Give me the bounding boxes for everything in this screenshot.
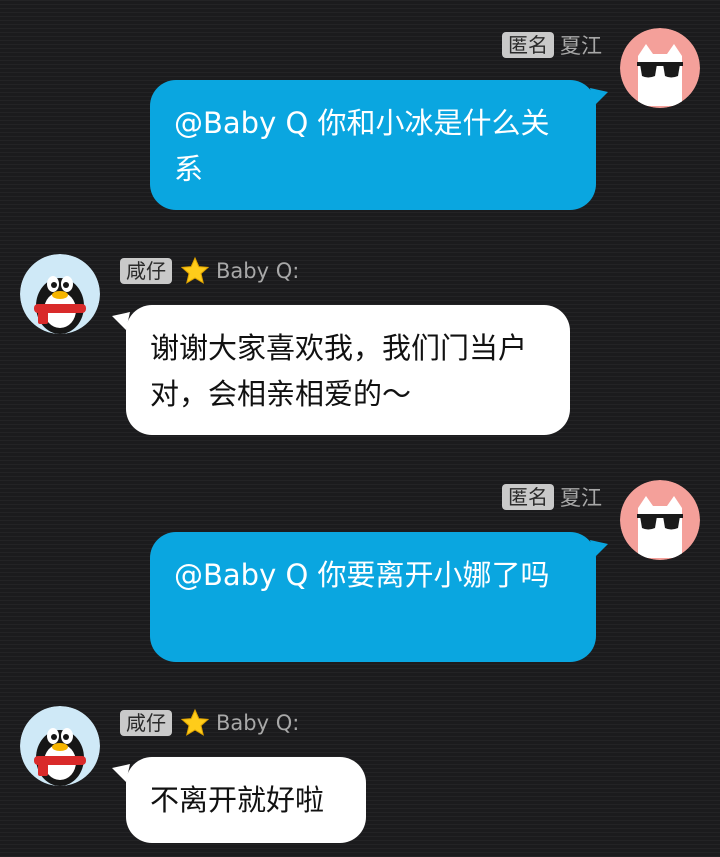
nickname-badge: 咸仔 bbox=[120, 710, 172, 736]
message-text: 谢谢大家喜欢我，我们门当户对，会相亲相爱的～ bbox=[150, 331, 528, 411]
anonymous-badge: 匿名 bbox=[502, 484, 554, 510]
sender-name: Baby Q: bbox=[216, 711, 300, 735]
sender-name: Baby Q: bbox=[216, 259, 300, 283]
message-bubble[interactable]: 不离开就好啦 bbox=[126, 757, 366, 843]
bubble-tail bbox=[590, 540, 608, 558]
star-icon bbox=[180, 256, 210, 286]
bubble-tail bbox=[590, 88, 608, 106]
message-text: 不离开就好啦 bbox=[150, 783, 325, 817]
penguin-avatar[interactable] bbox=[20, 254, 100, 334]
message-bubble[interactable]: @Baby Q 你要离开小娜了吗 bbox=[150, 532, 596, 662]
message-text: @Baby Q 你要离开小娜了吗 bbox=[174, 558, 550, 592]
cat-sunglasses-avatar[interactable] bbox=[620, 28, 700, 108]
sender-name: 夏江 bbox=[560, 34, 602, 58]
sender-name: 夏江 bbox=[560, 486, 602, 510]
anonymous-badge: 匿名 bbox=[502, 32, 554, 58]
star-icon bbox=[180, 708, 210, 738]
sender-meta: 匿名 夏江 bbox=[502, 30, 602, 60]
nickname-badge: 咸仔 bbox=[120, 258, 172, 284]
cat-sunglasses-avatar[interactable] bbox=[620, 480, 700, 560]
message-bubble[interactable]: @Baby Q 你和小冰是什么关系 bbox=[150, 80, 596, 210]
sender-meta: 咸仔 Baby Q: bbox=[120, 256, 299, 286]
penguin-avatar[interactable] bbox=[20, 706, 100, 786]
sender-meta: 咸仔 Baby Q: bbox=[120, 708, 299, 738]
sender-meta: 匿名 夏江 bbox=[502, 482, 602, 512]
message-text: @Baby Q 你和小冰是什么关系 bbox=[174, 106, 550, 186]
message-bubble[interactable]: 谢谢大家喜欢我，我们门当户对，会相亲相爱的～ bbox=[126, 305, 570, 435]
